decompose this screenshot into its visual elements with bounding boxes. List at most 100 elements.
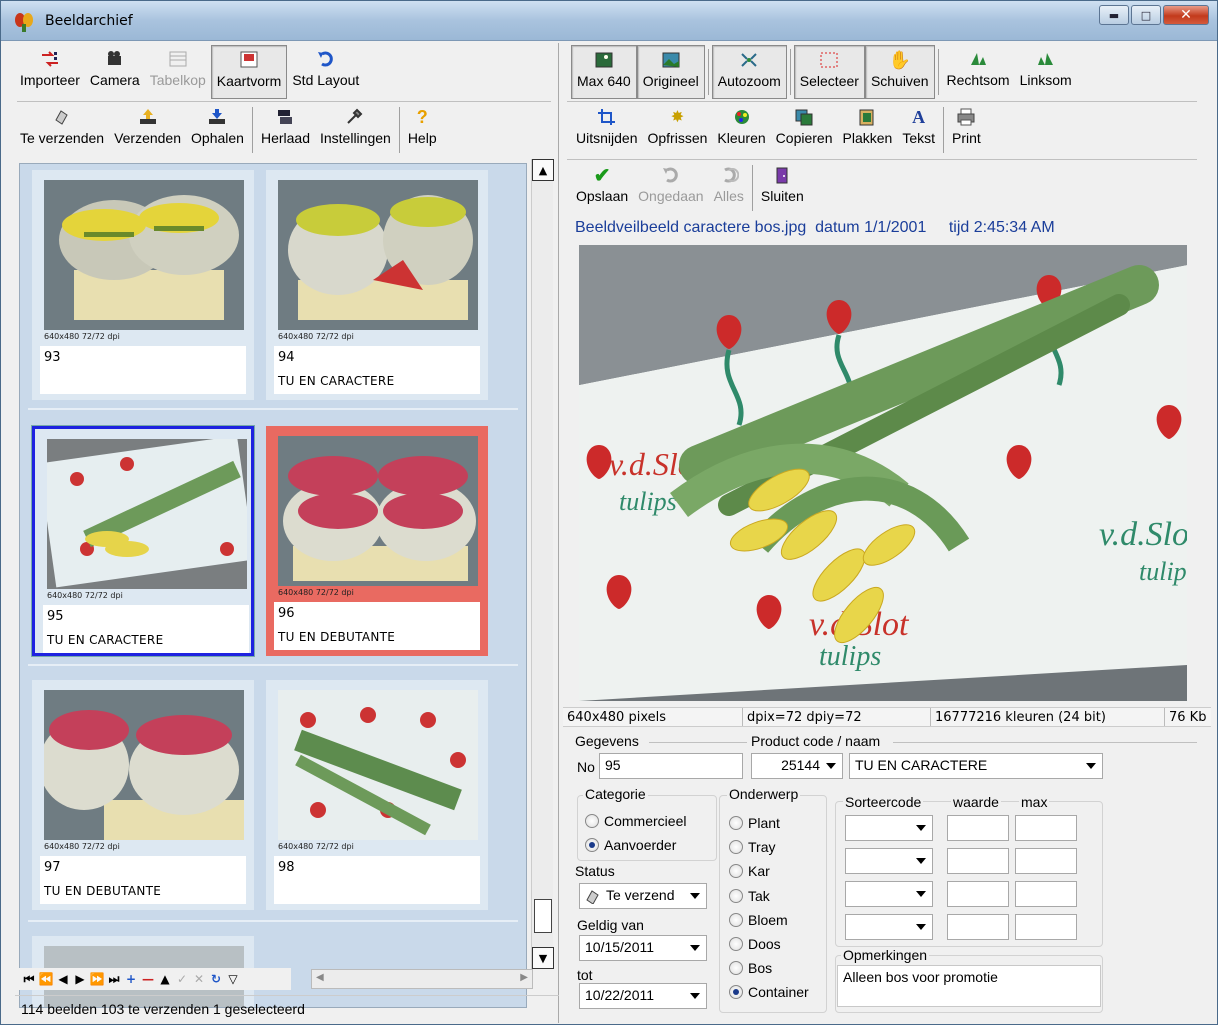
opmerkingen-textarea[interactable]: Alleen bos voor promotie (837, 965, 1101, 1007)
radio-plant[interactable]: Plant (729, 815, 780, 831)
schuiven-button[interactable]: ✋ Schuiven (864, 45, 935, 99)
last-record-icon[interactable]: ⏭ (106, 972, 122, 987)
title-bar[interactable]: Beeldarchief ▬ □ ✕ (1, 1, 1217, 41)
alles-button[interactable]: Alles (709, 161, 749, 215)
radio-doos[interactable]: Doos (729, 936, 781, 952)
thumbnail-card[interactable]: 640x480 72/72 dpi 97 TU EN DEBUTANTE (32, 680, 254, 910)
scroll-left-arrow[interactable]: ◀ (316, 972, 324, 983)
camera-button[interactable]: Camera (85, 45, 145, 99)
std-layout-button[interactable]: Std Layout (287, 45, 364, 99)
radio-kar[interactable]: Kar (729, 863, 770, 879)
sorteercode-select[interactable] (845, 914, 933, 940)
opslaan-button[interactable]: ✔ Opslaan (571, 161, 633, 215)
sorteercode-select[interactable] (845, 881, 933, 907)
product-code-select[interactable]: 25144 (751, 753, 843, 779)
schuiven-label: Schuiven (870, 73, 929, 89)
maximize-button[interactable]: □ (1131, 5, 1161, 25)
verzenden-button[interactable]: Verzenden (109, 103, 186, 157)
edit-record-icon[interactable]: ▲ (157, 972, 173, 986)
scroll-up-arrow[interactable]: ▲ (532, 159, 554, 181)
ongedaan-button[interactable]: Ongedaan (633, 161, 708, 215)
thumbnail-gallery[interactable]: 640x480 72/72 dpi 93 640x480 72/72 dpi 9… (19, 163, 527, 1008)
ophalen-button[interactable]: Ophalen (186, 103, 249, 157)
thumbnail-card-selected[interactable]: 640x480 72/72 dpi 95 TU EN CARACTERE (31, 425, 255, 657)
thumbnail-card[interactable]: 640x480 72/72 dpi 98 (266, 680, 488, 910)
selecteer-button[interactable]: Selecteer (793, 45, 865, 99)
thumbnail-card[interactable]: 640x480 72/72 dpi 94 TU EN CARACTERE (266, 170, 488, 400)
herlaad-button[interactable]: Herlaad (256, 103, 315, 157)
linksom-button[interactable]: Linksom (1015, 45, 1077, 99)
radio-circle (729, 937, 743, 951)
uitsnijden-button[interactable]: Uitsnijden (571, 103, 642, 157)
delete-record-icon[interactable]: — (140, 972, 156, 986)
kaartvorm-button[interactable]: Kaartvorm (210, 45, 288, 99)
prev-record-icon[interactable]: ◀ (55, 972, 71, 986)
image-small-icon (593, 50, 615, 70)
importeer-button[interactable]: Importeer (15, 45, 85, 99)
waarde-input[interactable] (947, 881, 1009, 907)
scroll-thumb[interactable] (534, 899, 552, 933)
prev-page-icon[interactable]: ⏪ (38, 972, 54, 986)
refresh-icon[interactable]: ↻ (208, 972, 224, 986)
max-input[interactable] (1015, 848, 1077, 874)
thumbnail-card-highlighted[interactable]: 640x480 72/72 dpi 96 TU EN DEBUTANTE (266, 426, 488, 656)
sorteercode-select[interactable] (845, 815, 933, 841)
max-input[interactable] (1015, 815, 1077, 841)
waarde-input[interactable] (947, 815, 1009, 841)
radio-aanvoerder[interactable]: Aanvoerder (585, 837, 676, 853)
filter-icon[interactable]: ▽ (225, 972, 241, 986)
autozoom-button[interactable]: Autozoom (711, 45, 787, 99)
geldig-van-date[interactable]: 10/15/2011 (579, 935, 707, 961)
max-input[interactable] (1015, 881, 1077, 907)
next-page-icon[interactable]: ⏩ (89, 972, 105, 986)
max-input[interactable] (1015, 914, 1077, 940)
instellingen-button[interactable]: Instellingen (315, 103, 396, 157)
max-640-button[interactable]: Max 640 (571, 45, 637, 99)
product-code-value: 25144 (781, 757, 820, 773)
waarde-input[interactable] (947, 848, 1009, 874)
plakken-button[interactable]: Plakken (838, 103, 898, 157)
thumbnail-number: 95 (47, 609, 64, 624)
no-field[interactable]: 95 (599, 753, 743, 779)
radio-container[interactable]: Container (729, 984, 809, 1000)
scroll-right-arrow[interactable]: ▶ (520, 972, 528, 983)
radio-commercieel[interactable]: Commercieel (585, 813, 686, 829)
print-button[interactable]: Print (947, 103, 986, 157)
main-image-canvas[interactable]: v.d.Slot tulips v.d.Slot tulips v.d.Slot… (579, 245, 1187, 701)
radio-tak[interactable]: Tak (729, 888, 770, 904)
opfrissen-label: Opfrissen (647, 130, 708, 146)
sorteercode-select[interactable] (845, 848, 933, 874)
waarde-input[interactable] (947, 914, 1009, 940)
status-select[interactable]: Te verzend (579, 883, 707, 909)
tekst-button[interactable]: A Tekst (897, 103, 940, 157)
help-button[interactable]: ? Help (403, 103, 442, 157)
scroll-down-arrow[interactable]: ▼ (532, 947, 554, 969)
close-button[interactable]: ✕ (1163, 5, 1209, 25)
add-record-icon[interactable]: + (123, 972, 139, 986)
rechtsom-button[interactable]: Rechtsom (942, 45, 1015, 99)
next-record-icon[interactable]: ▶ (72, 972, 88, 986)
radio-tray[interactable]: Tray (729, 839, 775, 855)
tabelkop-button[interactable]: Tabelkop (145, 45, 211, 99)
post-record-icon[interactable]: ✓ (174, 972, 190, 986)
gallery-scrollbar[interactable]: ▲ ▼ (531, 159, 554, 969)
kleuren-button[interactable]: Kleuren (712, 103, 770, 157)
radio-bloem[interactable]: Bloem (729, 912, 788, 928)
camera-icon (104, 49, 126, 69)
origineel-button[interactable]: Origineel (636, 45, 705, 99)
door-icon (771, 165, 793, 185)
radio-label: Doos (748, 936, 781, 952)
thumbnail-photo (44, 180, 244, 330)
opfrissen-button[interactable]: ✸ Opfrissen (642, 103, 712, 157)
cancel-edit-icon[interactable]: ✕ (191, 972, 207, 986)
thumbnail-card[interactable]: 640x480 72/72 dpi 93 (32, 170, 254, 400)
horizontal-scrollbar[interactable]: ◀ ▶ (311, 969, 533, 989)
copieren-button[interactable]: Copieren (771, 103, 838, 157)
radio-bos[interactable]: Bos (729, 960, 772, 976)
first-record-icon[interactable]: ⏮ (21, 972, 37, 987)
te-verzenden-button[interactable]: Te verzenden (15, 103, 109, 157)
tot-date[interactable]: 10/22/2011 (579, 983, 707, 1009)
sluiten-button[interactable]: Sluiten (756, 161, 809, 215)
minimize-button[interactable]: ▬ (1099, 5, 1129, 25)
product-name-select[interactable]: TU EN CARACTERE (849, 753, 1103, 779)
